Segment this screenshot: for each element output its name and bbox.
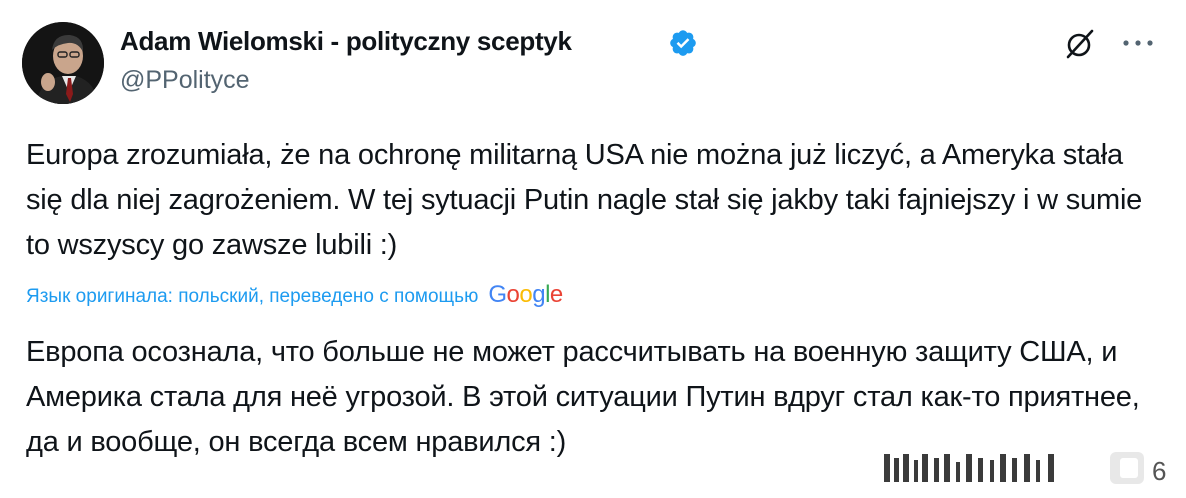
google-logo-letter: o [519,281,533,308]
author-avatar[interactable] [22,22,104,104]
google-logo-text: Google [488,281,563,308]
more-options-icon[interactable] [1118,36,1158,50]
translation-attribution[interactable]: Язык оригинала: польский, переведено с п… [26,281,563,312]
svg-text:6: 6 [1152,456,1166,486]
avatar-photo [22,22,104,104]
google-logo-letter: g [532,281,546,308]
google-logo-letter: e [549,281,563,308]
grok-icon[interactable] [1064,28,1096,60]
tweet-card: Adam Wielomski - polityczny sceptyk @PPo… [0,0,1186,498]
translation-label[interactable]: Язык оригинала: польский, переведено с п… [26,286,478,308]
verified-badge-icon [670,30,696,56]
google-logo-letter: o [506,281,520,308]
google-logo: Google [488,281,563,309]
tweet-original-text: Europa zrozumiała, że na ochronę militar… [26,139,1143,261]
google-logo-letter: G [488,281,507,308]
author-name[interactable]: Adam Wielomski - polityczny sceptyk [120,26,572,57]
author-handle[interactable]: @PPolityce [120,66,250,95]
watermark-logo: 6 [870,448,1170,488]
